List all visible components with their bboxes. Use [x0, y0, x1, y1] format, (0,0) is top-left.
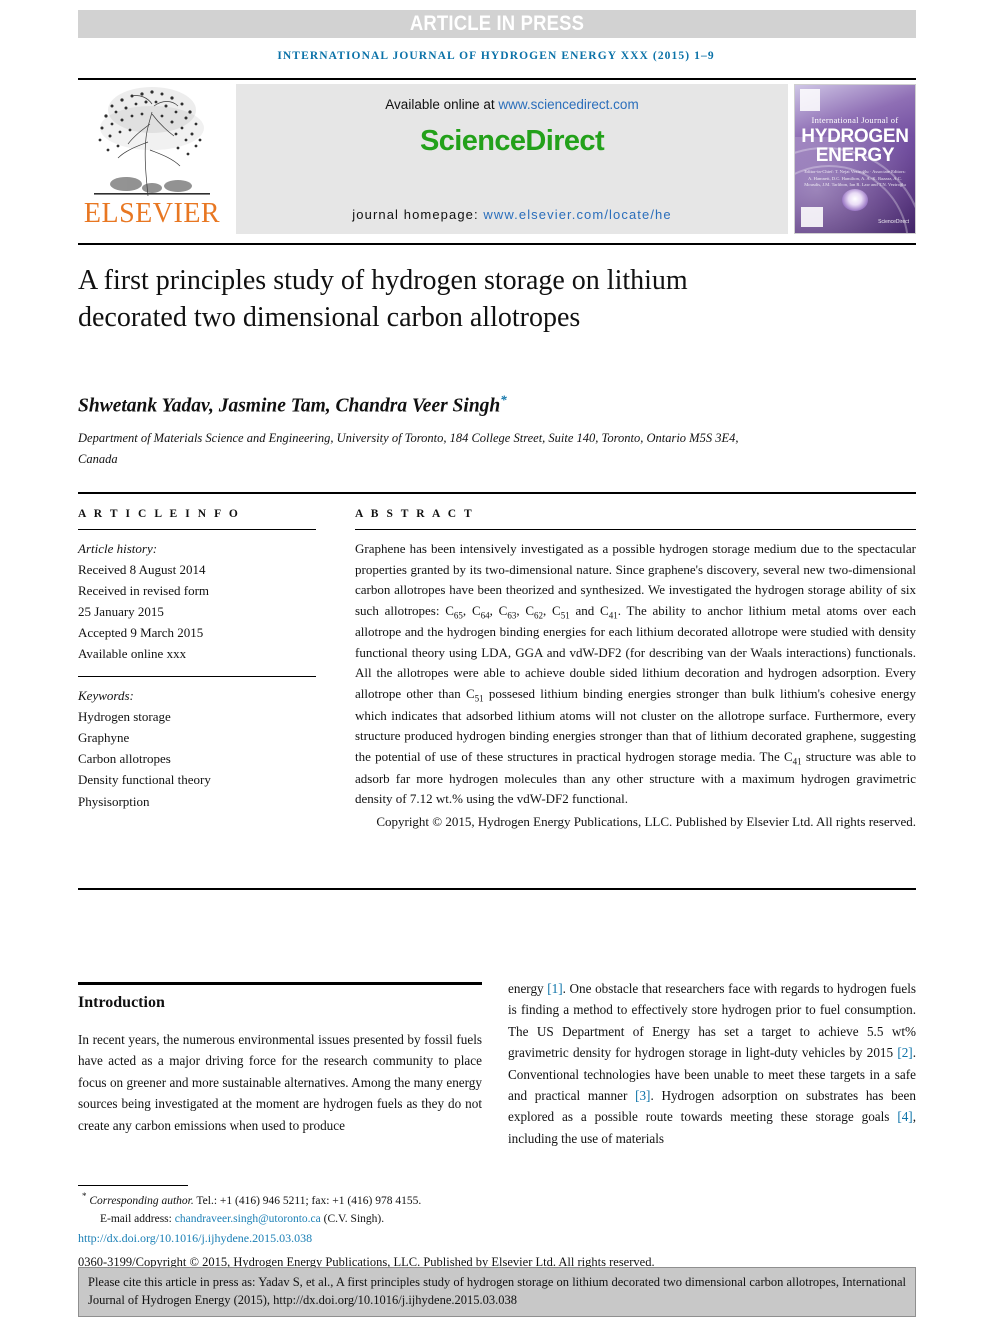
allotrope-sub-3: 63 — [507, 610, 517, 621]
cover-sciencedirect-label: ScienceDirect — [878, 219, 909, 225]
article-in-press-banner: ARTICLE IN PRESS — [78, 10, 916, 38]
allotrope-sub-8: 41 — [792, 756, 802, 767]
abstract-sep-1: , C — [462, 602, 481, 618]
cover-editors: Editor-in-Chief: T. Nejat Veziroğlu · As… — [804, 169, 906, 188]
abstract-column: A B S T R A C T Graphene has been intens… — [355, 508, 916, 832]
author-names: Shwetank Yadav, Jasmine Tam, Chandra Vee… — [78, 395, 501, 417]
elsevier-logo: ELSEVIER — [78, 84, 230, 237]
elsevier-tree-icon — [78, 84, 226, 202]
allotrope-sub-5: 51 — [560, 610, 570, 621]
sciencedirect-banner: Available online at www.sciencedirect.co… — [236, 84, 788, 234]
citation-text: Please cite this article in press as: Ya… — [88, 1275, 906, 1307]
introduction-top-rule — [78, 982, 482, 985]
history-item: Accepted 9 March 2015 — [78, 625, 204, 641]
abstract-bottom-rule — [78, 888, 916, 890]
abstract-sep-2: , C — [489, 602, 508, 618]
reference-link-2[interactable]: [2] — [897, 1045, 912, 1060]
allotrope-sub-6: 41 — [608, 610, 618, 621]
introduction-paragraph-left: In recent years, the numerous environmen… — [78, 1032, 482, 1133]
corresponding-author-note: * Corresponding author. Tel.: +1 (416) 9… — [78, 1190, 838, 1211]
article-in-press-label: ARTICLE IN PRESS — [409, 12, 585, 35]
cover-publisher-icon — [800, 89, 820, 111]
abstract-sep-3: , C — [516, 602, 535, 618]
reference-link-4[interactable]: [4] — [897, 1109, 912, 1124]
history-item: Received in revised form — [78, 583, 210, 599]
keyword-item: Hydrogen storage — [78, 709, 171, 725]
footnote-star-marker: * — [82, 1191, 87, 1201]
journal-cover-thumbnail: International Journal of HYDROGEN ENERGY… — [794, 84, 916, 234]
abstract-heading: A B S T R A C T — [355, 508, 475, 520]
allotrope-sub-7: 51 — [474, 693, 484, 704]
available-online-prefix: Available online at — [385, 97, 499, 112]
introduction-paragraph-right: energy [1]. One obstacle that researcher… — [508, 978, 916, 1149]
article-history: Article history: Received 8 August 2014 … — [78, 538, 316, 664]
reference-link-3[interactable]: [3] — [635, 1088, 650, 1103]
intro-text-a: energy — [508, 981, 548, 996]
footnote-block: * Corresponding author. Tel.: +1 (416) 9… — [78, 1190, 838, 1272]
abstract-sep-4: , C — [543, 602, 561, 618]
allotrope-sub-4: 62 — [534, 610, 544, 621]
masthead-bottom-rule — [78, 243, 916, 245]
journal-homepage-line: journal homepage: www.elsevier.com/locat… — [236, 207, 788, 222]
sciencedirect-url-link[interactable]: www.sciencedirect.com — [498, 97, 638, 112]
email-link[interactable]: chandraveer.singh@utoronto.ca — [175, 1213, 321, 1225]
citation-box: Please cite this article in press as: Ya… — [78, 1267, 916, 1317]
journal-running-head: INTERNATIONAL JOURNAL OF HYDROGEN ENERGY… — [277, 50, 715, 62]
page-title: A first principles study of hydrogen sto… — [78, 265, 688, 334]
allotrope-sub-2: 64 — [480, 610, 490, 621]
author-list: Shwetank Yadav, Jasmine Tam, Chandra Vee… — [78, 392, 878, 418]
keywords-rule — [78, 676, 316, 678]
article-info-column: A R T I C L E I N F O Article history: R… — [78, 508, 316, 812]
keyword-item: Physisorption — [78, 793, 150, 809]
corresponding-author-label: Corresponding author. — [89, 1194, 194, 1207]
article-history-label: Article history: — [78, 541, 158, 556]
doi-link[interactable]: http://dx.doi.org/10.1016/j.ijhydene.201… — [78, 1229, 838, 1247]
journal-homepage-prefix: journal homepage: — [352, 207, 484, 222]
available-online-line: Available online at www.sciencedirect.co… — [236, 84, 788, 112]
elsevier-wordmark: ELSEVIER — [83, 198, 221, 229]
cover-line2: HYDROGEN — [801, 126, 909, 147]
corresponding-author-contact: Tel.: +1 (416) 946 5211; fax: +1 (416) 9… — [193, 1194, 422, 1207]
keyword-item: Carbon allotropes — [78, 751, 171, 767]
abstract-sep-5: and C — [569, 602, 609, 618]
cover-line3: ENERGY — [815, 145, 895, 166]
email-suffix: (C.V. Singh). — [320, 1212, 385, 1225]
journal-homepage-link[interactable]: www.elsevier.com/locate/he — [483, 207, 671, 222]
cover-orb-graphic — [842, 189, 868, 211]
introduction-heading: Introduction — [78, 994, 165, 1011]
cover-society-icon — [801, 207, 823, 227]
body-column-left: Introduction In recent years, the numero… — [78, 988, 482, 1136]
footnote-rule — [78, 1185, 188, 1186]
history-item: Received 8 August 2014 — [78, 562, 206, 578]
article-page: ARTICLE IN PRESS INTERNATIONAL JOURNAL O… — [0, 0, 992, 1323]
history-item: 25 January 2015 — [78, 604, 164, 620]
allotrope-sub-1: 65 — [453, 610, 463, 621]
email-note: E-mail address: chandraveer.singh@utoron… — [78, 1211, 838, 1229]
article-info-heading: A R T I C L E I N F O — [78, 508, 241, 520]
email-label: E-mail address: — [100, 1212, 175, 1225]
history-item: Available online xxx — [78, 646, 187, 662]
affiliation: Department of Materials Science and Engi… — [78, 431, 739, 466]
body-column-right: energy [1]. One obstacle that researcher… — [508, 978, 916, 1149]
keyword-item: Density functional theory — [78, 772, 211, 788]
sciencedirect-logo: ScienceDirect — [419, 125, 605, 157]
info-top-rule — [78, 492, 916, 494]
keywords-label: Keywords: — [78, 688, 134, 704]
abstract-copyright: Copyright © 2015, Hydrogen Energy Public… — [376, 813, 916, 829]
article-info-rule — [78, 529, 316, 530]
keywords-list: Keywords: Hydrogen storage Graphyne Carb… — [78, 685, 316, 811]
intro-text-b: . One obstacle that researchers face wit… — [508, 981, 916, 1061]
keyword-item: Graphyne — [78, 730, 130, 746]
reference-link-1[interactable]: [1] — [547, 981, 562, 996]
abstract-rule — [355, 529, 916, 530]
journal-masthead: ELSEVIER Available online at www.science… — [78, 78, 916, 238]
cover-line1: International Journal of — [811, 115, 899, 125]
abstract-text: Graphene has been intensively investigat… — [355, 539, 916, 810]
corresponding-author-marker: * — [500, 392, 507, 407]
